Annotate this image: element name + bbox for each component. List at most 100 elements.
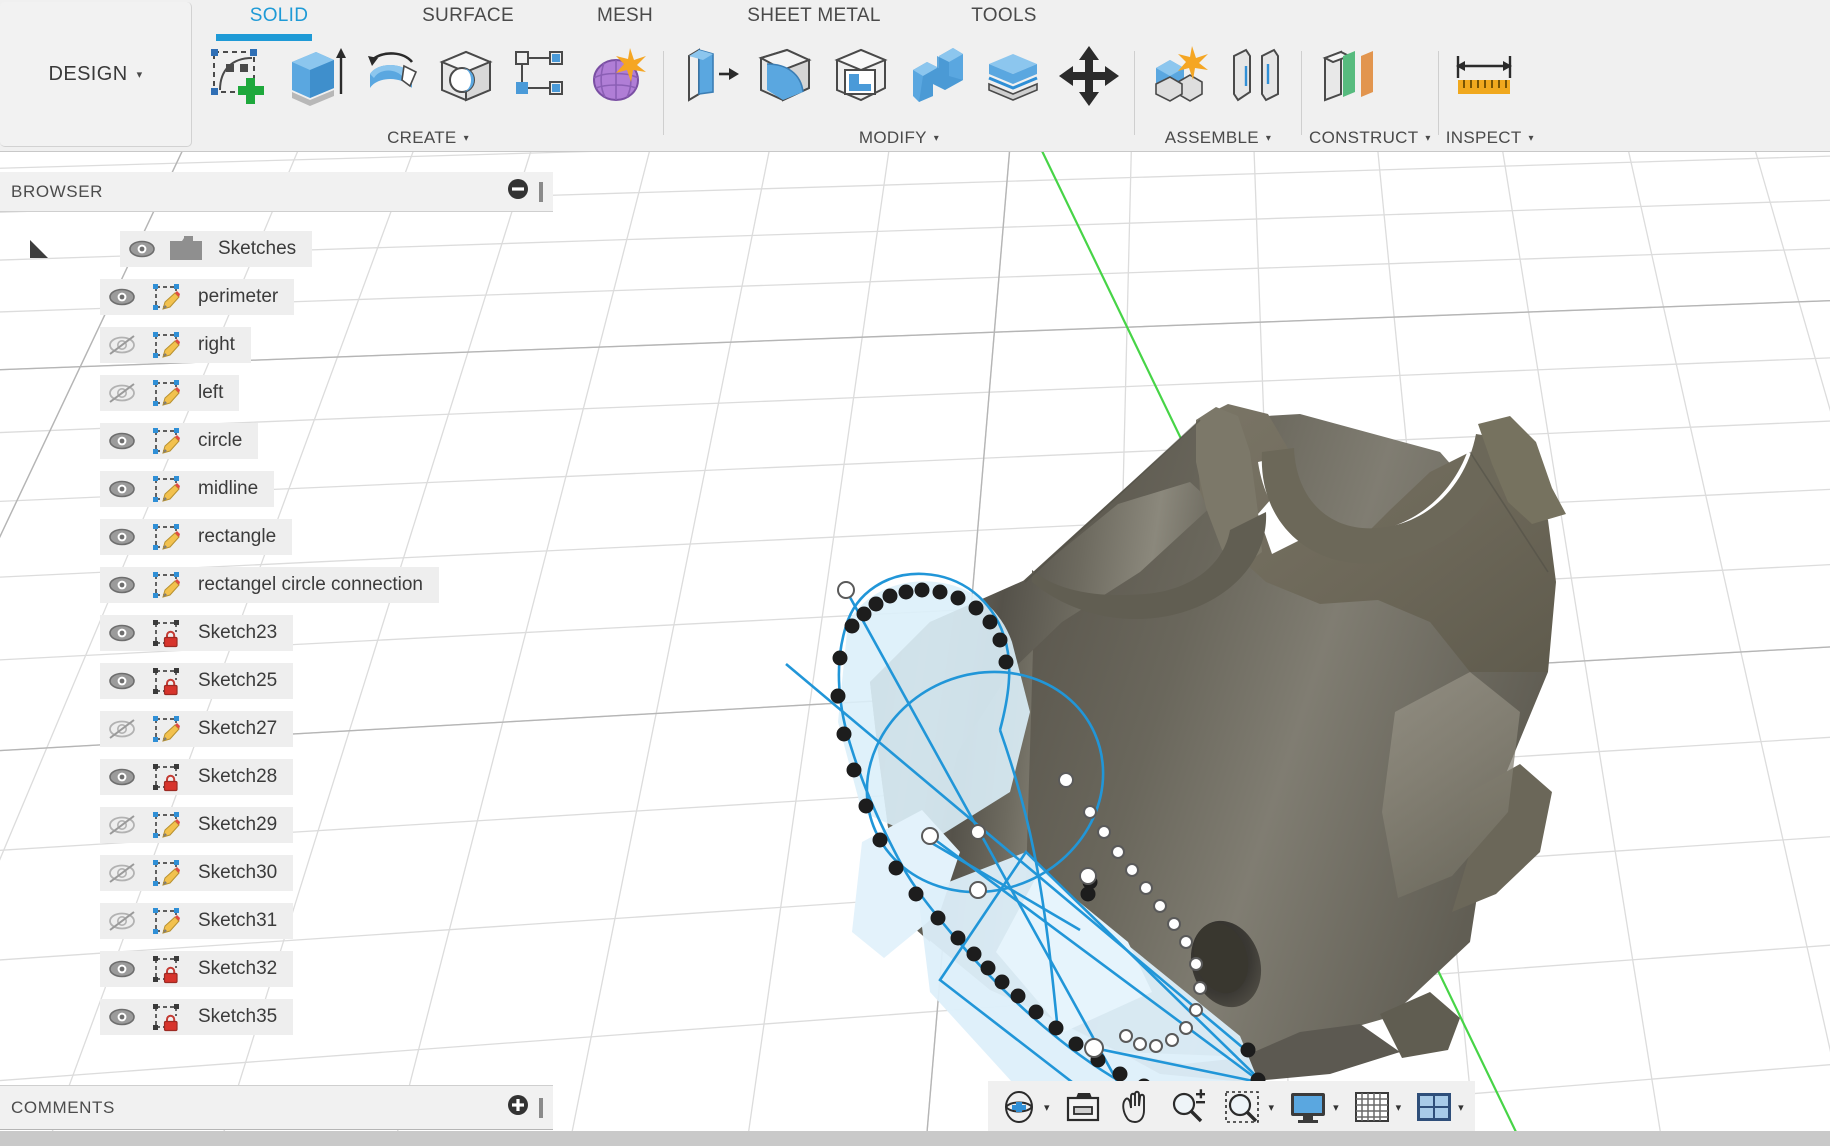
- list-item[interactable]: Sketch23: [0, 609, 553, 657]
- browser-item-chip[interactable]: midline: [100, 471, 275, 507]
- visibility-eye-icon[interactable]: [100, 622, 144, 644]
- look-at-icon[interactable]: [1057, 1084, 1109, 1130]
- ribbon-tab-solid[interactable]: SOLID: [218, 0, 340, 27]
- list-item[interactable]: rectangle: [0, 513, 553, 561]
- visibility-eye-icon[interactable]: [100, 286, 144, 308]
- browser-item-chip[interactable]: Sketch23: [100, 615, 294, 651]
- chevron-down-icon[interactable]: ▾: [1269, 1101, 1275, 1114]
- pan-icon[interactable]: [1109, 1084, 1161, 1130]
- browser-item-chip[interactable]: circle: [100, 423, 259, 459]
- browser-root-sketches[interactable]: Sketches: [0, 225, 553, 273]
- combine-icon[interactable]: [899, 40, 975, 126]
- list-item[interactable]: Sketch32: [0, 945, 553, 993]
- list-item[interactable]: left: [0, 369, 553, 417]
- minus-circle-icon[interactable]: [507, 178, 529, 205]
- fillet-icon[interactable]: [747, 40, 823, 126]
- visibility-eye-off-icon[interactable]: [100, 334, 144, 356]
- panel-drag-handle-icon[interactable]: [539, 1097, 543, 1118]
- visibility-eye-icon[interactable]: [100, 766, 144, 788]
- press-pull-icon[interactable]: [671, 40, 747, 126]
- pattern-icon[interactable]: [504, 40, 580, 126]
- joint-icon[interactable]: [1218, 40, 1294, 126]
- create-sketch-icon[interactable]: [200, 40, 276, 126]
- list-item[interactable]: rectangel circle connection: [0, 561, 553, 609]
- visibility-eye-off-icon[interactable]: [100, 718, 144, 740]
- ribbon-tab-sheet-metal[interactable]: SHEET METAL: [708, 0, 920, 27]
- visibility-eye-off-icon[interactable]: [100, 862, 144, 884]
- browser-item-chip[interactable]: left: [100, 375, 240, 411]
- visibility-eye-icon[interactable]: [100, 574, 144, 596]
- ribbon-tab-mesh[interactable]: MESH: [570, 0, 680, 27]
- ribbon-group-label-create[interactable]: CREATE ▾: [200, 124, 656, 152]
- shell-icon[interactable]: [823, 40, 899, 126]
- visibility-eye-off-icon[interactable]: [100, 910, 144, 932]
- browser-item-chip[interactable]: rectangel circle connection: [100, 567, 439, 603]
- visibility-eye-off-icon[interactable]: [100, 814, 144, 836]
- move-copy-icon[interactable]: [1051, 40, 1127, 126]
- visibility-eye-off-icon[interactable]: [100, 382, 144, 404]
- offset-plane-icon[interactable]: [1309, 40, 1385, 126]
- comments-title: COMMENTS: [11, 1097, 115, 1117]
- grid-snaps-icon[interactable]: ▾: [1346, 1084, 1409, 1130]
- list-item[interactable]: Sketch28: [0, 753, 553, 801]
- browser-item-chip[interactable]: Sketch30: [100, 855, 294, 891]
- viewports-icon[interactable]: ▾: [1408, 1084, 1471, 1130]
- list-item[interactable]: Sketch27: [0, 705, 553, 753]
- browser-item-chip[interactable]: right: [100, 327, 251, 363]
- list-item[interactable]: perimeter: [0, 273, 553, 321]
- browser-item-chip[interactable]: Sketch31: [100, 903, 294, 939]
- orbit-icon[interactable]: ▾: [992, 1084, 1057, 1130]
- form-icon[interactable]: [580, 40, 656, 126]
- chevron-down-icon[interactable]: ▾: [1396, 1101, 1402, 1114]
- revolve-icon[interactable]: [352, 40, 428, 126]
- chevron-down-icon[interactable]: ▾: [1044, 1101, 1050, 1114]
- display-settings-icon[interactable]: ▾: [1281, 1084, 1346, 1130]
- visibility-eye-icon[interactable]: [100, 526, 144, 548]
- offset-face-icon[interactable]: [975, 40, 1051, 126]
- hole-icon[interactable]: [428, 40, 504, 126]
- list-item[interactable]: Sketch30: [0, 849, 553, 897]
- browser-item-chip[interactable]: Sketch32: [100, 951, 294, 987]
- workspace-switcher-button[interactable]: DESIGN ▾: [0, 2, 192, 147]
- chevron-down-icon: ▾: [1528, 132, 1534, 144]
- browser-item-chip[interactable]: Sketch29: [100, 807, 294, 843]
- extrude-icon[interactable]: [276, 40, 352, 126]
- browser-item-chip[interactable]: Sketch25: [100, 663, 294, 699]
- list-item[interactable]: midline: [0, 465, 553, 513]
- visibility-eye-icon[interactable]: [120, 238, 164, 260]
- ribbon-group-label-assemble[interactable]: ASSEMBLE ▾: [1142, 124, 1294, 152]
- list-item[interactable]: Sketch25: [0, 657, 553, 705]
- browser-item-chip[interactable]: perimeter: [100, 279, 295, 315]
- sketch-icon: [144, 282, 188, 312]
- visibility-eye-icon[interactable]: [100, 958, 144, 980]
- list-item[interactable]: Sketch29: [0, 801, 553, 849]
- ribbon-tab-tools[interactable]: TOOLS: [945, 0, 1063, 27]
- browser-item-chip[interactable]: Sketch28: [100, 759, 294, 795]
- list-item[interactable]: Sketch31: [0, 897, 553, 945]
- browser-item-chip[interactable]: Sketch35: [100, 999, 294, 1035]
- new-component-icon[interactable]: [1142, 40, 1218, 126]
- chevron-down-icon[interactable]: ▾: [1333, 1101, 1339, 1114]
- browser-root-chip[interactable]: Sketches: [120, 231, 313, 267]
- panel-drag-handle-icon[interactable]: [539, 181, 543, 202]
- browser-item-chip[interactable]: rectangle: [100, 519, 293, 555]
- zoom-window-icon[interactable]: ▾: [1215, 1084, 1282, 1130]
- browser-tree[interactable]: Sketches perimeter right left circle midline r…: [0, 215, 553, 1085]
- expanded-triangle-icon[interactable]: [18, 236, 60, 262]
- list-item[interactable]: right: [0, 321, 553, 369]
- visibility-eye-icon[interactable]: [100, 1006, 144, 1028]
- ribbon-group-label-construct[interactable]: CONSTRUCT ▾: [1309, 124, 1431, 152]
- ribbon-tab-surface[interactable]: SURFACE: [388, 0, 548, 27]
- visibility-eye-icon[interactable]: [100, 430, 144, 452]
- visibility-eye-icon[interactable]: [100, 478, 144, 500]
- plus-circle-icon[interactable]: [507, 1094, 529, 1121]
- list-item[interactable]: Sketch35: [0, 993, 553, 1041]
- zoom-icon[interactable]: [1161, 1084, 1215, 1130]
- chevron-down-icon[interactable]: ▾: [1458, 1101, 1464, 1114]
- measure-icon[interactable]: [1446, 40, 1522, 126]
- visibility-eye-icon[interactable]: [100, 670, 144, 692]
- ribbon-group-label-inspect[interactable]: INSPECT ▾: [1446, 124, 1534, 152]
- browser-item-chip[interactable]: Sketch27: [100, 711, 294, 747]
- list-item[interactable]: circle: [0, 417, 553, 465]
- ribbon-group-label-modify[interactable]: MODIFY ▾: [671, 124, 1127, 152]
